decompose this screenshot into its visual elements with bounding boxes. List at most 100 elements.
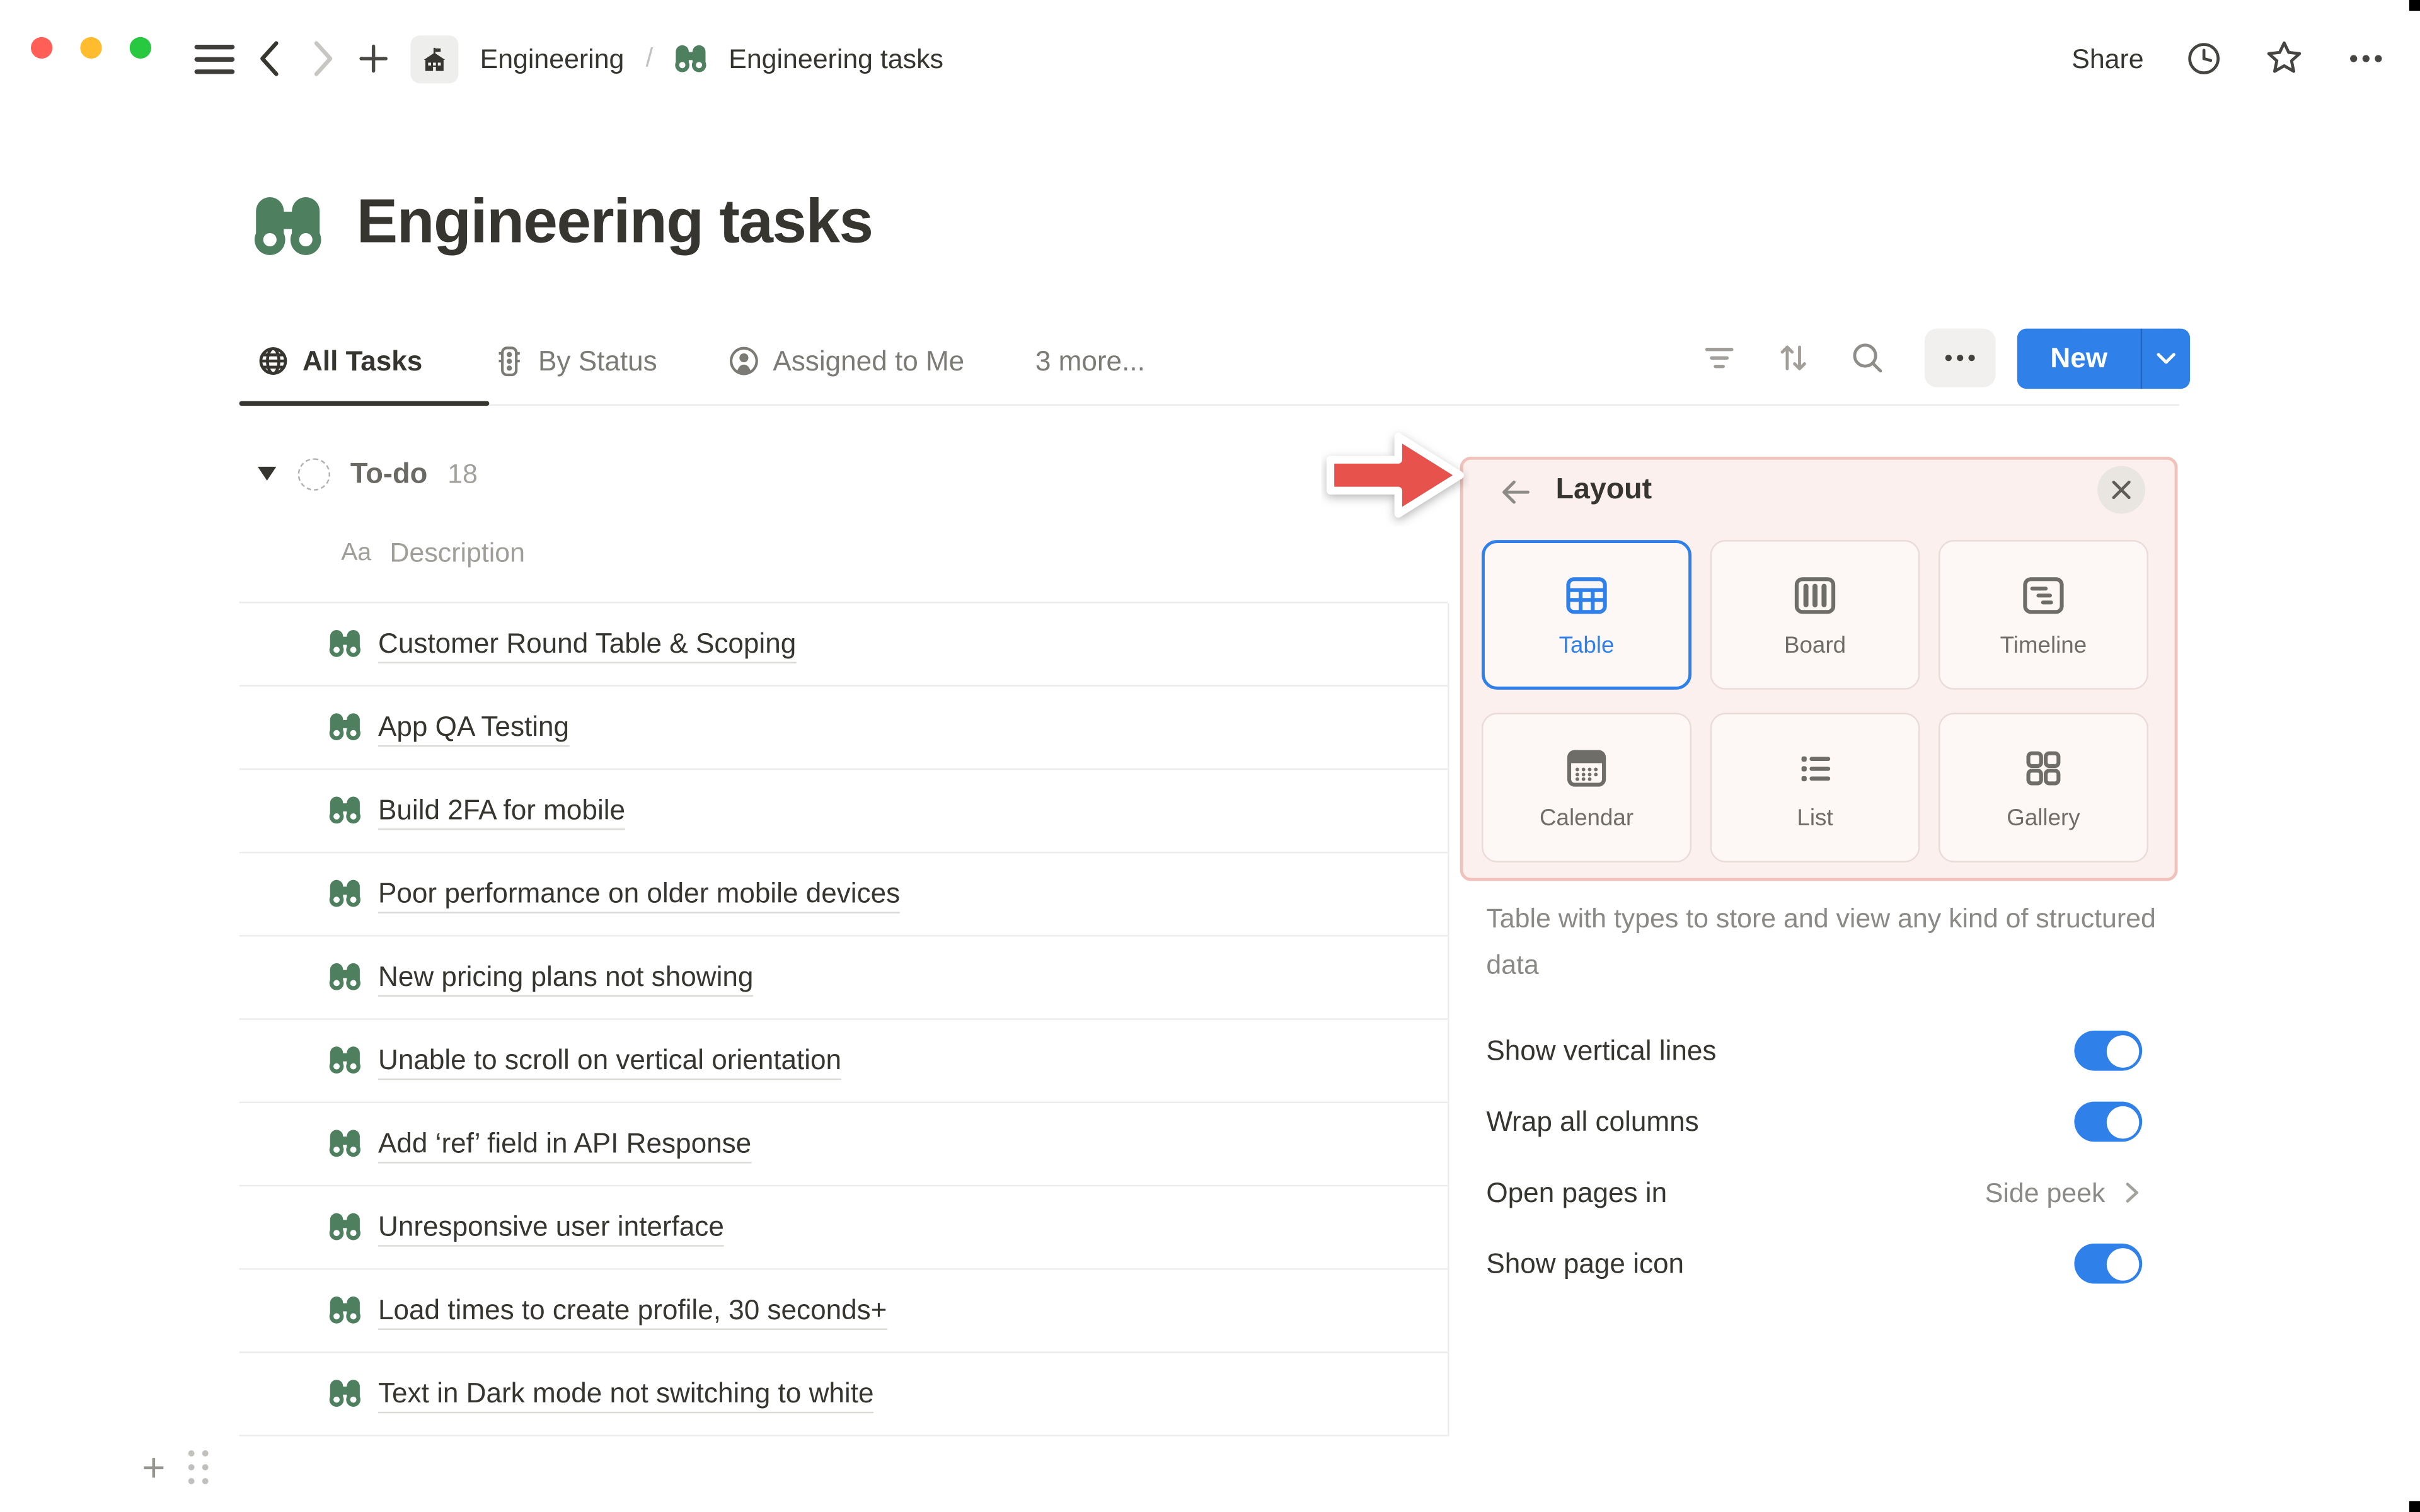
workspace-building-icon[interactable] [410,35,459,83]
binoculars-icon [329,711,361,743]
setting-control: Side peek [1985,1176,2142,1208]
binoculars-icon [329,1045,361,1077]
layout-option-label: Board [1783,631,1847,658]
setting-show-page-icon: Show page icon [1486,1228,2143,1299]
binoculars-icon [329,1211,361,1243]
view-toolbar: New [1702,327,2191,389]
tab-more-views[interactable]: 3 more... [1035,345,1145,377]
layout-option-label: Calendar [1540,805,1634,831]
back-button[interactable] [256,38,286,79]
zoom-window-button[interactable] [129,37,152,59]
tab-all-tasks[interactable]: All Tasks [258,345,422,377]
table-row[interactable]: New pricing plans not showing [239,937,1448,1020]
setting-control [2074,1101,2143,1142]
table-row[interactable]: Poor performance on older mobile devices [239,853,1448,937]
layout-option-calendar[interactable]: Calendar [1482,713,1692,862]
chevron-right-icon [2121,1180,2142,1205]
sort-icon[interactable] [1777,341,1811,375]
tab-assigned-to-me[interactable]: Assigned to Me [728,345,964,377]
layout-option-label: Timeline [2000,631,2087,658]
setting-show-vertical-lines: Show vertical lines [1486,1015,2143,1086]
layout-description: Table with types to store and view any k… [1486,902,2156,980]
timeline-icon [2020,571,2066,617]
drag-handle-icon[interactable] [188,1450,209,1484]
layout-option-table[interactable]: Table [1482,540,1692,690]
clock-icon[interactable] [2186,40,2223,77]
star-icon[interactable] [2264,38,2305,79]
setting-value[interactable]: Side peek [1985,1176,2142,1208]
layout-settings: Show vertical lines Wrap all columns Ope… [1486,1015,2143,1299]
sidebar-menu-icon[interactable] [194,43,235,74]
minimize-window-button[interactable] [80,37,102,59]
layout-option-board[interactable]: Board [1710,540,1920,690]
person-icon [728,346,759,377]
page-icon-binoculars[interactable] [253,193,323,270]
setting-control [2074,1243,2143,1284]
binoculars-icon [329,878,361,910]
task-title: Build 2FA for mobile [378,793,626,830]
setting-label: Open pages in [1486,1176,1668,1208]
task-title: Text in Dark mode not switching to white [378,1375,874,1413]
breadcrumb-page[interactable]: Engineering tasks [729,42,943,74]
task-title: Unresponsive user interface [378,1209,724,1246]
column-header-description[interactable]: Aa Description [341,537,525,569]
setting-label: Show page icon [1486,1247,1685,1278]
table-row[interactable]: Build 2FA for mobile [239,770,1448,854]
toggle-knob [2106,1105,2139,1138]
table-row[interactable]: Unresponsive user interface [239,1186,1448,1270]
corner-artifact-top-right [2409,0,2420,11]
corner-artifact-bottom-right [2409,1501,2420,1512]
add-row-icon[interactable]: + [142,1447,165,1487]
collapse-triangle-icon[interactable] [256,464,278,483]
binoculars-icon [329,961,361,994]
binoculars-icon [329,1378,361,1410]
search-icon[interactable] [1850,341,1884,375]
breadcrumb-workspace[interactable]: Engineering [480,42,625,74]
tabs-divider [239,404,2179,406]
toggle-show-page-icon[interactable] [2074,1243,2143,1284]
filter-icon[interactable] [1702,341,1736,375]
layout-panel: Layout Table Board Timeline Calendar Lis… [1460,456,2178,881]
tab-by-status[interactable]: By Status [493,345,657,377]
layout-option-list[interactable]: List [1710,713,1920,862]
toggle-show-vertical-lines[interactable] [2074,1030,2143,1071]
binoculars-icon [329,794,361,827]
more-icon[interactable] [2346,38,2386,79]
task-title: Customer Round Table & Scoping [378,626,797,663]
toggle-knob [2106,1247,2139,1280]
setting-open-pages-in[interactable]: Open pages in Side peek [1486,1157,2142,1228]
forward-button[interactable] [307,38,337,79]
annotation-arrow-icon [1321,424,1469,534]
breadcrumb-page-icon [675,42,707,74]
layout-option-label: List [1797,805,1833,831]
setting-wrap-all-columns: Wrap all columns [1486,1086,2143,1157]
table-row[interactable]: Text in Dark mode not switching to white [239,1353,1448,1437]
binoculars-icon [329,1295,361,1327]
binoculars-icon [329,628,361,660]
board-icon [1792,571,1838,617]
task-title: Poor performance on older mobile devices [378,876,901,913]
group-name[interactable]: To-do [350,457,427,491]
table-row[interactable]: Unable to scroll on vertical orientation [239,1020,1448,1104]
layout-option-timeline[interactable]: Timeline [1938,540,2148,690]
page-title[interactable]: Engineering tasks [357,188,873,258]
view-options-button[interactable] [1924,328,1996,387]
new-button-label: New [2050,341,2108,373]
close-window-button[interactable] [30,37,53,59]
new-button[interactable]: New [2017,328,2191,388]
layout-option-gallery[interactable]: Gallery [1938,713,2148,862]
notion-window: Engineering / Engineering tasks Share En… [0,0,2420,1512]
view-tabs: All Tasks By Status Assigned to Me 3 mor… [258,333,1145,389]
table-row[interactable]: Load times to create profile, 30 seconds… [239,1270,1448,1353]
toggle-wrap-all-columns[interactable] [2074,1101,2143,1142]
active-tab-underline [239,401,490,406]
table-row[interactable]: App QA Testing [239,687,1448,770]
table-bottom-controls: + [142,1447,209,1487]
setting-control [2074,1030,2143,1071]
table-row[interactable]: Add ‘ref’ field in API Response [239,1103,1448,1187]
table-icon [1564,571,1610,617]
new-page-icon[interactable] [358,43,389,74]
table-row[interactable]: Customer Round Table & Scoping [239,604,1448,687]
share-button[interactable]: Share [2071,42,2143,74]
new-dropdown-button[interactable] [2142,351,2190,365]
